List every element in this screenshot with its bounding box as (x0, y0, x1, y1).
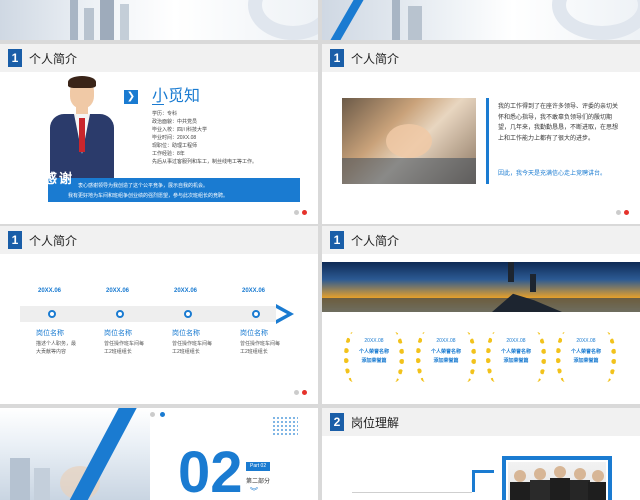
slide-thumb-top-left[interactable] (0, 0, 318, 40)
award-title: 个人荣誉名称 (430, 349, 461, 355)
award-date: 20XX.08 (506, 338, 526, 344)
timeline-position: 岗位名称 (240, 330, 268, 337)
thanks-label: 感谢 (44, 171, 75, 186)
section-number: 1 (8, 49, 22, 67)
section-number: 1 (330, 49, 344, 67)
timeline-item: 20XX.06 岗位名称 曾任操作班车间每工2班组组长 (238, 288, 298, 355)
field-item: 先后从事过客服列和车工，制丝线电工等工作。 (152, 159, 258, 165)
award-sub: 添加荣誉篇 (573, 358, 599, 364)
field-item: 政治面貌：中共党员 (152, 119, 198, 125)
slide-job-understanding[interactable]: 2 岗位理解 (322, 408, 640, 500)
field-item: 工作经验：8年 (152, 151, 185, 157)
pager[interactable] (616, 210, 630, 216)
profile-fields: 学历：专科 政治面貌：中共党员 毕业入校：四川科技大学 毕业时间：20XX.08… (152, 110, 292, 166)
section-number: 1 (330, 231, 344, 249)
field-item: 现职位：助理工程师 (152, 143, 198, 149)
team-photo-frame (502, 456, 612, 500)
timeline-arrow-inner (276, 308, 287, 320)
award-sub: 添加荣誉篇 (361, 358, 387, 364)
timeline-desc: 描述个人职务，最大贡献等内容 (36, 341, 77, 355)
teamwork-photo (342, 98, 476, 184)
timeline-date: 20XX.06 (38, 288, 62, 294)
slide-awards[interactable]: 1 个人简介 20XX.08 个人荣誉名称 添加荣誉篇 20XX.08 个人荣誉… (322, 226, 640, 404)
field-item: 毕业入校：四川科技大学 (152, 127, 208, 133)
award-item: 20XX.08 个人荣誉名称 添加荣誉篇 (344, 328, 404, 388)
part-label: 第二部分 (246, 479, 271, 485)
intro-para-2: 因此，我今天是充满信心走上竞聘讲台。 (498, 171, 607, 177)
award-date: 20XX.08 (576, 338, 596, 344)
sunset-climbers-photo (322, 262, 640, 312)
award-title: 个人荣誉名称 (570, 349, 601, 355)
timeline-date: 20XX.06 (174, 288, 198, 294)
timeline-item: 20XX.06 岗位名称 曾任操作班车间每工2班组组长 (170, 288, 230, 355)
timeline-item: 20XX.06 岗位名称 曾任操作班车间每工2班组组长 (102, 288, 162, 355)
award-title: 个人荣誉名称 (358, 349, 389, 355)
intro-para-1: 我的工作得到了在座许多领导、评委的亲切关怀和悉心指导，我不敢辜负领导们的殷切期望… (498, 104, 619, 142)
thanks-line-1: 衷心感谢领导为我创造了这个公平竞争，展示自我的机会。 (78, 183, 209, 189)
team-photo (508, 462, 606, 500)
timeline-position: 岗位名称 (36, 330, 64, 337)
section-title: 个人简介 (351, 234, 400, 248)
award-title: 个人荣誉名称 (500, 349, 531, 355)
slide-header: 1 个人简介 (0, 44, 318, 72)
timeline-item: 20XX.06 岗位名称 描述个人职务，最大贡献等内容 (34, 288, 94, 355)
dot-grid (272, 416, 298, 436)
slide-header: 1 个人简介 (0, 226, 318, 254)
slide-header: 1 个人简介 (322, 226, 640, 254)
slide-intro-text[interactable]: 1 个人简介 我的工作得到了在座许多领导、评委的亲切关怀和悉心指导，我不敢辜负领… (322, 44, 640, 224)
section-title: 岗位理解 (351, 416, 400, 430)
timeline-date: 20XX.06 (242, 288, 266, 294)
section-title: 个人简介 (351, 52, 400, 66)
pager[interactable] (294, 210, 308, 216)
page-dots[interactable] (150, 412, 170, 418)
arrow-icon: ❯ (124, 90, 138, 104)
award-item: 20XX.08 个人荣誉名称 添加荣誉篇 (416, 328, 476, 388)
timeline-date: 20XX.06 (106, 288, 130, 294)
profile-name: 小觅知 (152, 88, 201, 105)
award-sub: 添加荣誉篇 (433, 358, 459, 364)
slide-thumb-top-right[interactable] (322, 0, 640, 40)
pager[interactable] (294, 390, 308, 396)
award-date: 20XX.08 (364, 338, 384, 344)
part-tag: Part 02 (246, 462, 271, 471)
timeline-desc: 曾任操作班车间每工2班组组长 (240, 341, 281, 355)
slide-part-02[interactable]: 02 Part 02 第二部分 ︾ (0, 408, 318, 500)
section-number: 2 (330, 413, 344, 431)
chevron-down-icon[interactable]: ︾ (250, 488, 258, 496)
field-item: 毕业时间：20XX.08 (152, 135, 197, 141)
award-sub: 添加荣誉篇 (503, 358, 529, 364)
slide-profile[interactable]: 1 个人简介 ❯ 小觅知 学历：专科 政治面貌：中共党员 毕业入校：四川科技大学… (0, 44, 318, 224)
timeline-position: 岗位名称 (172, 330, 200, 337)
slide-header: 2 岗位理解 (322, 408, 640, 436)
field-item: 学历：专科 (152, 111, 178, 117)
thanks-band: 感谢 衷心感谢领导为我创造了这个公平竞争，展示自我的机会。 我有更好地为车间和班… (44, 171, 300, 202)
arrow-up-left-icon (472, 470, 494, 492)
award-item: 20XX.08 个人荣誉名称 添加荣誉篇 (486, 328, 546, 388)
thanks-line-2: 我有更好地为车间和班组争创业绩的强烈愿望，参与此次班组长的竞聘。 (68, 193, 229, 199)
award-date: 20XX.08 (436, 338, 456, 344)
timeline-desc: 曾任操作班车间每工2班组组长 (172, 341, 213, 355)
slide-header: 1 个人简介 (322, 44, 640, 72)
slide-timeline[interactable]: 1 个人简介 20XX.06 岗位名称 描述个人职务，最大贡献等内容 20XX.… (0, 226, 318, 404)
timeline-desc: 曾任操作班车间每工2班组组长 (104, 341, 145, 355)
part-big-number: 02 (178, 440, 243, 500)
section-title: 个人简介 (29, 52, 78, 66)
section-number: 1 (8, 231, 22, 249)
award-item: 20XX.08 个人荣誉名称 添加荣誉篇 (556, 328, 616, 388)
section-title: 个人简介 (29, 234, 78, 248)
timeline-track (20, 306, 278, 322)
timeline-position: 岗位名称 (104, 330, 132, 337)
